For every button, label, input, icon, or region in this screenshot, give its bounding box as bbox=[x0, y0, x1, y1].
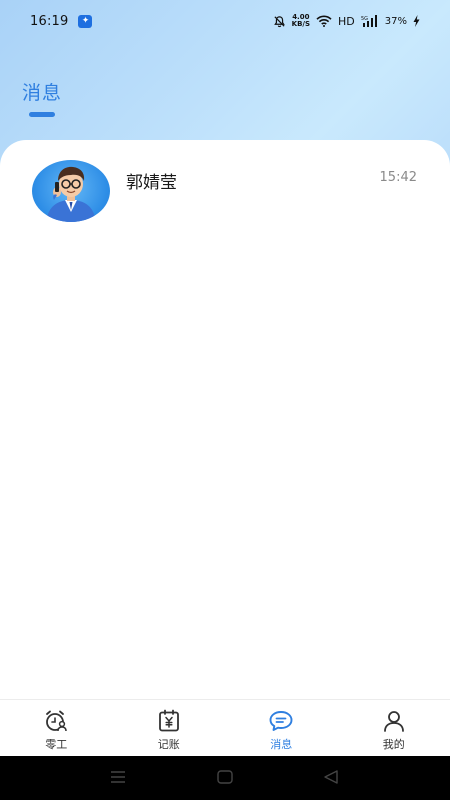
alarm-worker-icon bbox=[43, 709, 69, 733]
title-indicator bbox=[29, 112, 55, 117]
status-bar: 16:19 ✦ 4.00 KB/S HD 5G 37% bbox=[0, 0, 450, 42]
tab-messages-label: 消息 bbox=[270, 738, 293, 751]
tab-gig-work[interactable]: 零工 bbox=[0, 700, 113, 756]
message-time: 15:42 bbox=[379, 170, 417, 185]
conversation-item[interactable]: 郭婧莹 15:42 bbox=[0, 156, 450, 226]
conversation-list: 郭婧莹 15:42 bbox=[0, 140, 450, 700]
charging-bolt-icon bbox=[413, 15, 420, 27]
system-navigation-bar bbox=[0, 756, 450, 800]
home-icon[interactable] bbox=[216, 769, 234, 789]
bottom-tab-bar: 零工 记账 消息 我的 bbox=[0, 699, 450, 756]
network-speed: 4.00 KB/S bbox=[292, 14, 310, 28]
status-time: 16:19 bbox=[30, 13, 69, 29]
page-title: 消息 bbox=[22, 82, 63, 104]
chat-bubble-icon bbox=[268, 709, 294, 733]
tab-profile-label: 我的 bbox=[382, 738, 405, 751]
battery-level: 37% bbox=[384, 15, 407, 27]
tab-gig-work-label: 零工 bbox=[45, 738, 68, 751]
contact-name: 郭婧莹 bbox=[126, 173, 177, 193]
status-indicators: 4.00 KB/S HD 5G 37% bbox=[273, 14, 420, 28]
page-header: 消息 bbox=[22, 78, 62, 117]
tab-profile[interactable]: 我的 bbox=[338, 700, 450, 756]
tab-messages[interactable]: 消息 bbox=[225, 700, 338, 756]
tab-ledger-label: 记账 bbox=[157, 738, 180, 751]
ledger-yen-icon bbox=[156, 709, 182, 733]
back-icon[interactable] bbox=[322, 769, 340, 789]
signal-icon: 5G bbox=[361, 15, 379, 27]
network-speed-unit: KB/S bbox=[291, 20, 311, 28]
mute-bell-icon bbox=[273, 15, 286, 28]
businessman-avatar-icon bbox=[32, 160, 110, 222]
wifi-icon bbox=[316, 15, 332, 27]
tab-ledger[interactable]: 记账 bbox=[113, 700, 226, 756]
menu-icon[interactable] bbox=[110, 769, 126, 789]
app-notification-icon: ✦ bbox=[78, 14, 93, 28]
user-icon bbox=[381, 709, 407, 733]
hd-indicator: HD bbox=[338, 14, 355, 28]
